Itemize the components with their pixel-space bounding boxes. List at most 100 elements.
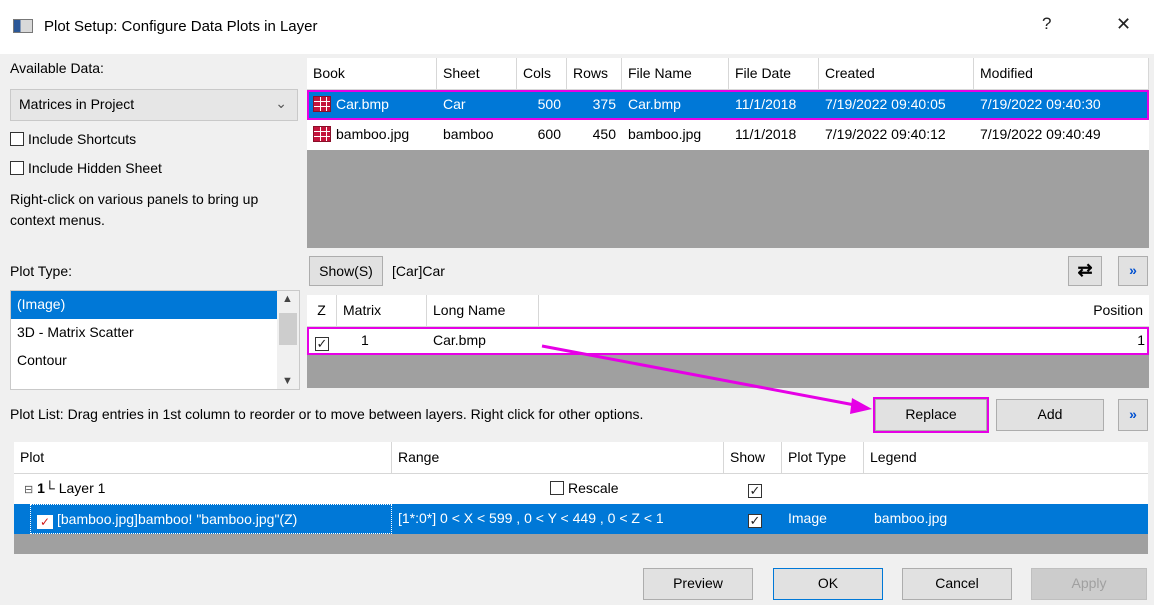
col-long-name[interactable]: Long Name	[427, 295, 539, 326]
plot-cell: ✓ [bamboo.jpg]bamboo! "bamboo.jpg"(Z)	[30, 504, 392, 534]
plot-type-cell: Image	[788, 510, 827, 526]
checkbox-icon	[10, 161, 24, 175]
plot-type-item[interactable]: Contour	[11, 347, 299, 375]
include-shortcuts-checkbox[interactable]: Include Shortcuts	[10, 131, 136, 147]
col-position[interactable]: Position	[539, 295, 1149, 326]
sheet-cell: Car	[443, 96, 466, 112]
book-cell: Car.bmp	[307, 90, 437, 120]
layer-row[interactable]: ⊟ 1└ Layer 1 Rescale	[14, 474, 1148, 504]
col-z[interactable]: Z	[307, 295, 337, 326]
plot-show-checkbox[interactable]	[742, 504, 772, 534]
created-cell: 7/19/2022 09:40:12	[825, 126, 946, 142]
available-data-select[interactable]: Matrices in Project ⌄	[10, 89, 298, 121]
image-plot-icon: ✓	[37, 515, 53, 529]
book-cell: bamboo.jpg	[307, 120, 437, 150]
col-book[interactable]: Book	[307, 58, 437, 89]
add-button[interactable]: Add	[996, 399, 1104, 431]
col-show[interactable]: Show	[724, 442, 782, 473]
scroll-down-icon[interactable]: ▼	[282, 375, 293, 387]
current-matrix-label: [Car]Car	[392, 263, 445, 279]
sheet-cell: bamboo	[443, 126, 494, 142]
cancel-button[interactable]: Cancel	[902, 568, 1012, 600]
z-checkbox[interactable]	[315, 327, 337, 355]
col-plot-type[interactable]: Plot Type	[782, 442, 864, 473]
col-range[interactable]: Range	[392, 442, 724, 473]
apply-button[interactable]: Apply	[1031, 568, 1147, 600]
table-row[interactable]: bamboo.jpg bamboo 600 450 bamboo.jpg 11/…	[307, 120, 1149, 150]
matrix-grid-header: Z Matrix Long Name Position	[307, 295, 1149, 327]
available-data-label: Available Data:	[10, 60, 104, 76]
book-grid-header: Book Sheet Cols Rows File Name File Date…	[307, 58, 1149, 90]
matrix-cell: 1	[361, 332, 369, 348]
plot-list-grid[interactable]: Plot Range Show Plot Type Legend ⊟ 1└ La…	[14, 442, 1148, 554]
ok-button[interactable]: OK	[773, 568, 883, 600]
long-name-cell: Car.bmp	[433, 332, 486, 348]
col-file-name[interactable]: File Name	[622, 58, 729, 89]
file-name-cell: Car.bmp	[628, 96, 681, 112]
matrix-book-icon	[313, 126, 331, 142]
layer-show-checkbox[interactable]	[742, 474, 772, 504]
layer-label: Layer 1	[58, 480, 106, 496]
modified-cell: 7/19/2022 09:40:49	[980, 126, 1101, 142]
scroll-up-icon[interactable]: ▲	[282, 293, 293, 305]
file-date-cell: 11/1/2018	[735, 126, 797, 142]
col-legend[interactable]: Legend	[864, 442, 1148, 473]
plot-type-list[interactable]: (Image) 3D - Matrix Scatter Contour ▲ ▼	[10, 290, 300, 390]
available-data-value: Matrices in Project	[19, 96, 135, 112]
checkbox-checked-icon	[748, 514, 762, 528]
expand-icon[interactable]: »	[1118, 399, 1148, 431]
book-name: bamboo.jpg	[336, 126, 410, 142]
legend-cell: bamboo.jpg	[874, 510, 948, 526]
close-button[interactable]: ✕	[1116, 14, 1131, 35]
include-hidden-checkbox[interactable]: Include Hidden Sheet	[10, 160, 162, 176]
show-button[interactable]: Show(S)	[309, 256, 383, 286]
plot-type-item[interactable]: 3D - Matrix Scatter	[11, 319, 299, 347]
help-button[interactable]: ?	[1042, 14, 1051, 34]
col-rows[interactable]: Rows	[567, 58, 622, 89]
app-icon	[13, 19, 33, 33]
range-cell: [1*:0*] 0 < X < 599 , 0 < Y < 449 , 0 < …	[398, 510, 664, 526]
col-file-date[interactable]: File Date	[729, 58, 819, 89]
include-hidden-label: Include Hidden Sheet	[28, 160, 162, 176]
checkbox-icon	[10, 132, 24, 146]
rows-cell: 375	[592, 96, 616, 112]
col-modified[interactable]: Modified	[974, 58, 1149, 89]
chevron-down-icon: ⌄	[275, 95, 287, 111]
replace-button[interactable]: Replace	[873, 397, 989, 433]
modified-cell: 7/19/2022 09:40:30	[980, 96, 1101, 112]
col-plot[interactable]: Plot	[14, 442, 392, 473]
plot-row[interactable]: ✓ [bamboo.jpg]bamboo! "bamboo.jpg"(Z) [1*…	[14, 504, 1148, 534]
col-sheet[interactable]: Sheet	[437, 58, 517, 89]
layer-cell: ⊟ 1└ Layer 1	[18, 474, 318, 504]
cols-cell: 500	[537, 96, 561, 112]
plot-list-header: Plot Range Show Plot Type Legend	[14, 442, 1148, 474]
checkbox-checked-icon	[748, 484, 762, 498]
book-name: Car.bmp	[336, 96, 389, 112]
plot-list-hint: Plot List: Drag entries in 1st column to…	[10, 406, 644, 422]
swap-icon[interactable]: ⇄	[1068, 256, 1102, 286]
title-bar: Plot Setup: Configure Data Plots in Laye…	[0, 0, 1154, 54]
rescale-label: Rescale	[568, 480, 619, 496]
context-menu-hint: Right-click on various panels to bring u…	[10, 191, 259, 228]
scroll-thumb[interactable]	[279, 313, 297, 345]
collapse-icon[interactable]: ⊟	[24, 484, 33, 496]
plot-type-item[interactable]: (Image)	[11, 291, 277, 319]
checkbox-checked-icon	[315, 337, 329, 351]
checkbox-icon	[550, 481, 564, 495]
book-grid[interactable]: Book Sheet Cols Rows File Name File Date…	[307, 58, 1149, 248]
expand-icon[interactable]: »	[1118, 256, 1148, 286]
file-name-cell: bamboo.jpg	[628, 126, 702, 142]
include-shortcuts-label: Include Shortcuts	[28, 131, 137, 147]
created-cell: 7/19/2022 09:40:05	[825, 96, 946, 112]
plot-type-scrollbar[interactable]: ▲ ▼	[277, 291, 299, 389]
col-cols[interactable]: Cols	[517, 58, 567, 89]
cols-cell: 600	[537, 126, 561, 142]
col-created[interactable]: Created	[819, 58, 974, 89]
rescale-checkbox[interactable]: Rescale	[544, 474, 694, 504]
table-row[interactable]: Car.bmp Car 500 375 Car.bmp 11/1/2018 7/…	[307, 90, 1149, 120]
preview-button[interactable]: Preview	[643, 568, 753, 600]
col-matrix[interactable]: Matrix	[337, 295, 427, 326]
plot-type-label: Plot Type:	[10, 263, 73, 279]
rows-cell: 450	[592, 126, 616, 142]
plot-name: [bamboo.jpg]bamboo! "bamboo.jpg"(Z)	[57, 511, 298, 527]
